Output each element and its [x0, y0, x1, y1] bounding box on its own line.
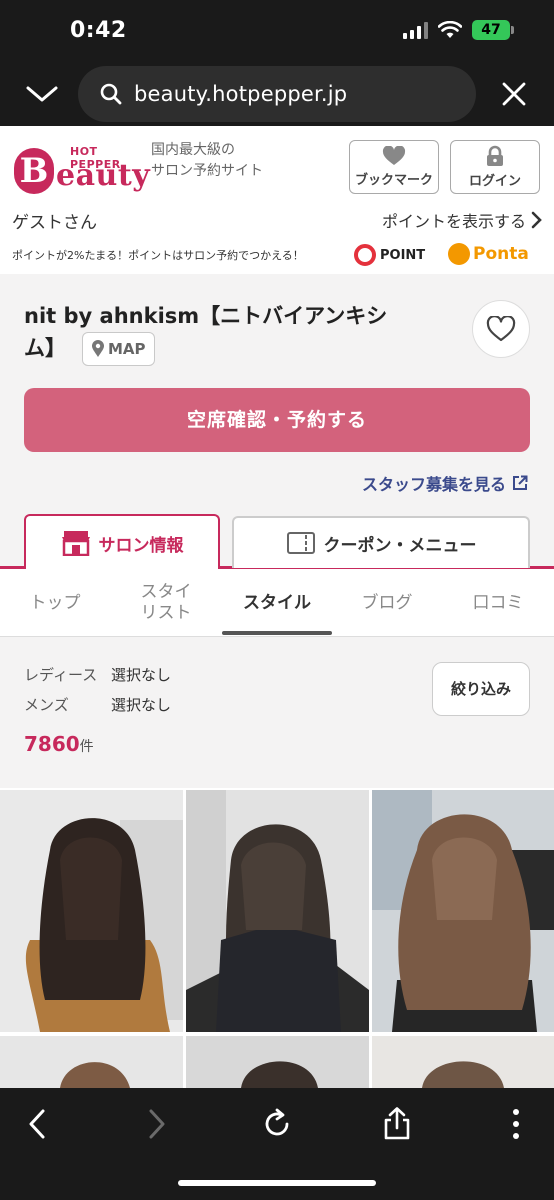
- style-photo[interactable]: [186, 1036, 369, 1088]
- filter-mens-label: メンズ: [24, 696, 69, 714]
- result-count-unit: 件: [79, 739, 94, 755]
- heart-icon: [382, 146, 406, 165]
- bookmark-label: ブックマーク: [354, 173, 433, 188]
- style-photo-grid: [0, 788, 554, 1088]
- lock-icon: [487, 145, 503, 166]
- point-banner: ポイントが2%たまる！ポイントはサロン予約でつかえる！ POINT Ponta: [0, 238, 554, 274]
- status-bar: 0:42 47: [0, 0, 554, 66]
- narrow-down-button[interactable]: 絞り込み: [432, 662, 530, 716]
- share-icon[interactable]: [379, 1106, 415, 1142]
- chevron-right-icon: [531, 211, 542, 229]
- dpoint-logo: POINT: [354, 244, 425, 266]
- login-label: ログイン: [468, 174, 521, 189]
- tab-coupon-menu-label: クーポン・メニュー: [323, 535, 477, 556]
- forward-icon[interactable]: [138, 1106, 174, 1142]
- external-link-icon: [513, 475, 528, 490]
- heart-outline-icon: [486, 316, 516, 342]
- style-filter: レディース 選択なし メンズ 選択なし 絞り込み 7860件: [0, 638, 554, 788]
- show-points-label: ポイントを表示する: [381, 212, 526, 231]
- web-page: HOT PEPPER B eauty 国内最大級の サロン予約サイト ブックマー…: [0, 126, 554, 1088]
- tab-coupon-menu[interactable]: クーポン・メニュー: [232, 516, 530, 568]
- style-photo[interactable]: [0, 790, 183, 1032]
- tagline-line-1: 国内最大級の: [151, 142, 235, 158]
- ponta-logo: Ponta: [448, 243, 529, 265]
- show-points-link[interactable]: ポイントを表示する: [382, 208, 542, 232]
- battery-icon: 47: [472, 20, 514, 40]
- ponta-face-icon: [448, 243, 470, 265]
- back-icon[interactable]: [20, 1106, 56, 1142]
- point-message: ポイントが2%たまる！ポイントはサロン予約でつかえる！: [12, 249, 304, 262]
- logo-text: eauty: [56, 158, 151, 193]
- close-icon[interactable]: [500, 80, 528, 108]
- chevron-down-icon[interactable]: [24, 80, 60, 108]
- logo-b: B: [14, 148, 54, 194]
- dpoint-d-icon: [354, 244, 376, 266]
- filter-mens-value: 選択なし: [111, 696, 172, 714]
- style-photo[interactable]: [372, 790, 554, 1032]
- dpoint-label: POINT: [380, 247, 426, 263]
- favorite-button[interactable]: [472, 300, 530, 358]
- browser-address-row: beauty.hotpepper.jp: [0, 66, 554, 126]
- salon-name-text: nit by ahnkism【ニトバイアンキシム】: [24, 304, 388, 360]
- guest-label: ゲストさん: [12, 213, 97, 233]
- site-header: HOT PEPPER B eauty 国内最大級の サロン予約サイト ブックマー…: [0, 126, 554, 274]
- active-subtab-indicator: [222, 631, 332, 635]
- result-count-number: 7860: [24, 732, 80, 756]
- tab-salon-info[interactable]: サロン情報: [24, 514, 220, 570]
- subtab-stylist[interactable]: スタイ リスト: [110, 569, 222, 637]
- wifi-icon: [438, 21, 462, 38]
- login-button[interactable]: ログイン: [450, 140, 540, 194]
- filter-ladies-label: レディース: [24, 666, 98, 684]
- cellular-signal-icon: [403, 21, 428, 39]
- subtab-top[interactable]: トップ: [0, 569, 110, 637]
- search-icon: [100, 83, 122, 105]
- address-bar[interactable]: beauty.hotpepper.jp: [78, 66, 476, 122]
- result-count: 7860件: [24, 732, 94, 756]
- staff-recruit-label: スタッフ募集を見る: [361, 475, 506, 494]
- tab-salon-info-label: サロン情報: [98, 535, 184, 556]
- sub-tabs: トップ スタイ リスト スタイル ブログ 口コミ: [0, 569, 554, 637]
- site-tagline: 国内最大級の サロン予約サイト: [151, 140, 263, 182]
- home-indicator: [178, 1180, 376, 1186]
- subtab-style[interactable]: スタイル: [222, 569, 332, 637]
- salon-name: nit by ahnkism【ニトバイアンキシム】 MAP: [24, 300, 414, 366]
- bookmark-button[interactable]: ブックマーク: [349, 140, 439, 194]
- subtab-reviews[interactable]: 口コミ: [442, 569, 554, 637]
- status-time: 0:42: [70, 18, 127, 43]
- more-options-icon[interactable]: [498, 1106, 534, 1142]
- reserve-button[interactable]: 空席確認・予約する: [24, 388, 530, 452]
- hotpepper-beauty-logo[interactable]: HOT PEPPER B eauty: [14, 142, 150, 200]
- style-photo[interactable]: [186, 790, 369, 1032]
- subtab-blog[interactable]: ブログ: [332, 569, 442, 637]
- reload-icon[interactable]: [259, 1106, 295, 1142]
- filter-ladies-value: 選択なし: [111, 666, 172, 684]
- map-label: MAP: [108, 340, 146, 358]
- style-photo[interactable]: [372, 1036, 554, 1088]
- url-text: beauty.hotpepper.jp: [134, 82, 348, 106]
- coupon-icon: [286, 532, 315, 554]
- staff-recruit-link[interactable]: スタッフ募集を見る: [362, 471, 528, 495]
- filter-ladies: レディース 選択なし: [24, 664, 171, 685]
- style-photo[interactable]: [0, 1036, 183, 1088]
- shop-icon: [61, 531, 90, 556]
- map-button[interactable]: MAP: [82, 332, 155, 366]
- filter-mens: メンズ 選択なし: [24, 694, 171, 715]
- tagline-line-2: サロン予約サイト: [151, 163, 263, 179]
- ponta-label: Ponta: [473, 244, 529, 264]
- map-pin-icon: [92, 340, 104, 357]
